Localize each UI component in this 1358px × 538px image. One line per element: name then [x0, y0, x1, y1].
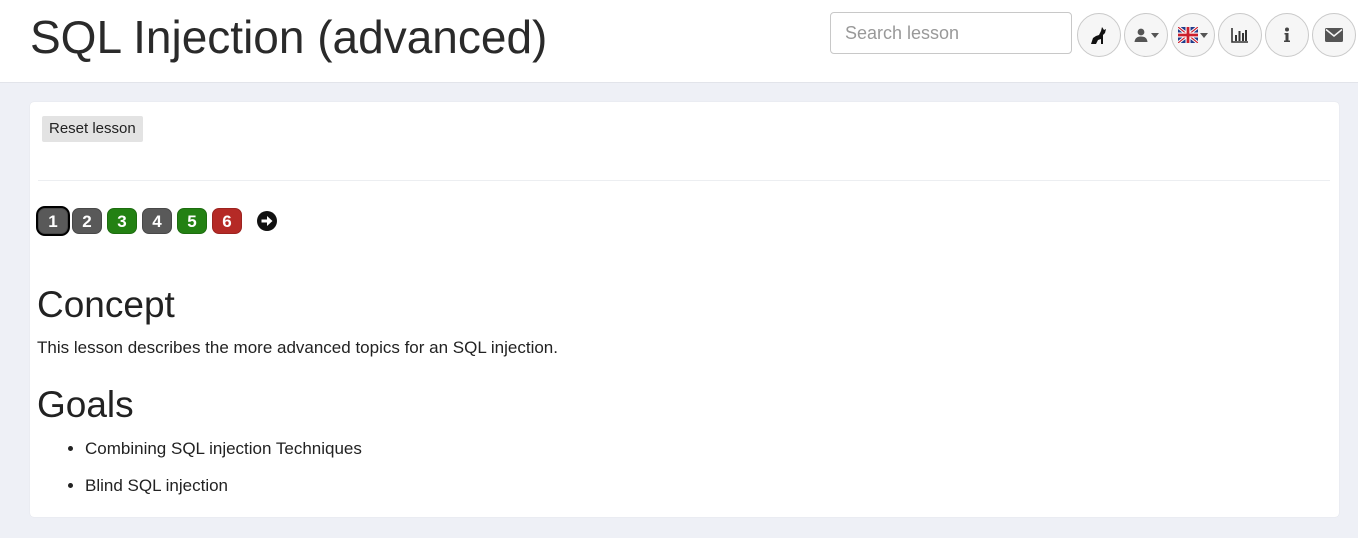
info-icon	[1284, 27, 1290, 42]
divider	[38, 180, 1330, 181]
concept-heading: Concept	[37, 284, 175, 325]
bar-chart-icon	[1231, 28, 1248, 43]
chevron-down-icon	[1151, 32, 1159, 38]
step-6-button[interactable]: 6	[212, 208, 242, 234]
search-input[interactable]	[830, 12, 1072, 54]
top-navbar: SQL Injection (advanced)	[0, 0, 1358, 83]
chevron-down-icon	[1200, 32, 1208, 38]
next-arrow-icon[interactable]	[257, 211, 277, 231]
uk-flag-icon	[1178, 27, 1198, 43]
user-icon	[1134, 28, 1148, 42]
list-item: Combining SQL injection Techniques	[85, 438, 362, 475]
about-button[interactable]	[1265, 13, 1309, 57]
step-2-button[interactable]: 2	[72, 208, 102, 234]
lesson-panel: Reset lesson 1 2 3 4 5 6 Concept This le…	[30, 102, 1339, 517]
step-5-button[interactable]: 5	[177, 208, 207, 234]
wolf-icon	[1091, 27, 1106, 44]
step-4-button[interactable]: 4	[142, 208, 172, 234]
goals-list: Combining SQL injection Techniques Blind…	[37, 438, 362, 512]
page-title: SQL Injection (advanced)	[30, 11, 548, 63]
language-menu-button[interactable]	[1171, 13, 1215, 57]
contact-button[interactable]	[1312, 13, 1356, 57]
user-menu-button[interactable]	[1124, 13, 1168, 57]
reset-lesson-button[interactable]: Reset lesson	[42, 116, 143, 142]
envelope-icon	[1325, 28, 1343, 42]
report-card-button[interactable]	[1218, 13, 1262, 57]
concept-text: This lesson describes the more advanced …	[37, 338, 558, 357]
step-1-button[interactable]: 1	[38, 208, 68, 234]
goals-heading: Goals	[37, 384, 134, 425]
step-3-button[interactable]: 3	[107, 208, 137, 234]
webgoat-logo-button[interactable]	[1077, 13, 1121, 57]
list-item: Blind SQL injection	[85, 475, 362, 512]
